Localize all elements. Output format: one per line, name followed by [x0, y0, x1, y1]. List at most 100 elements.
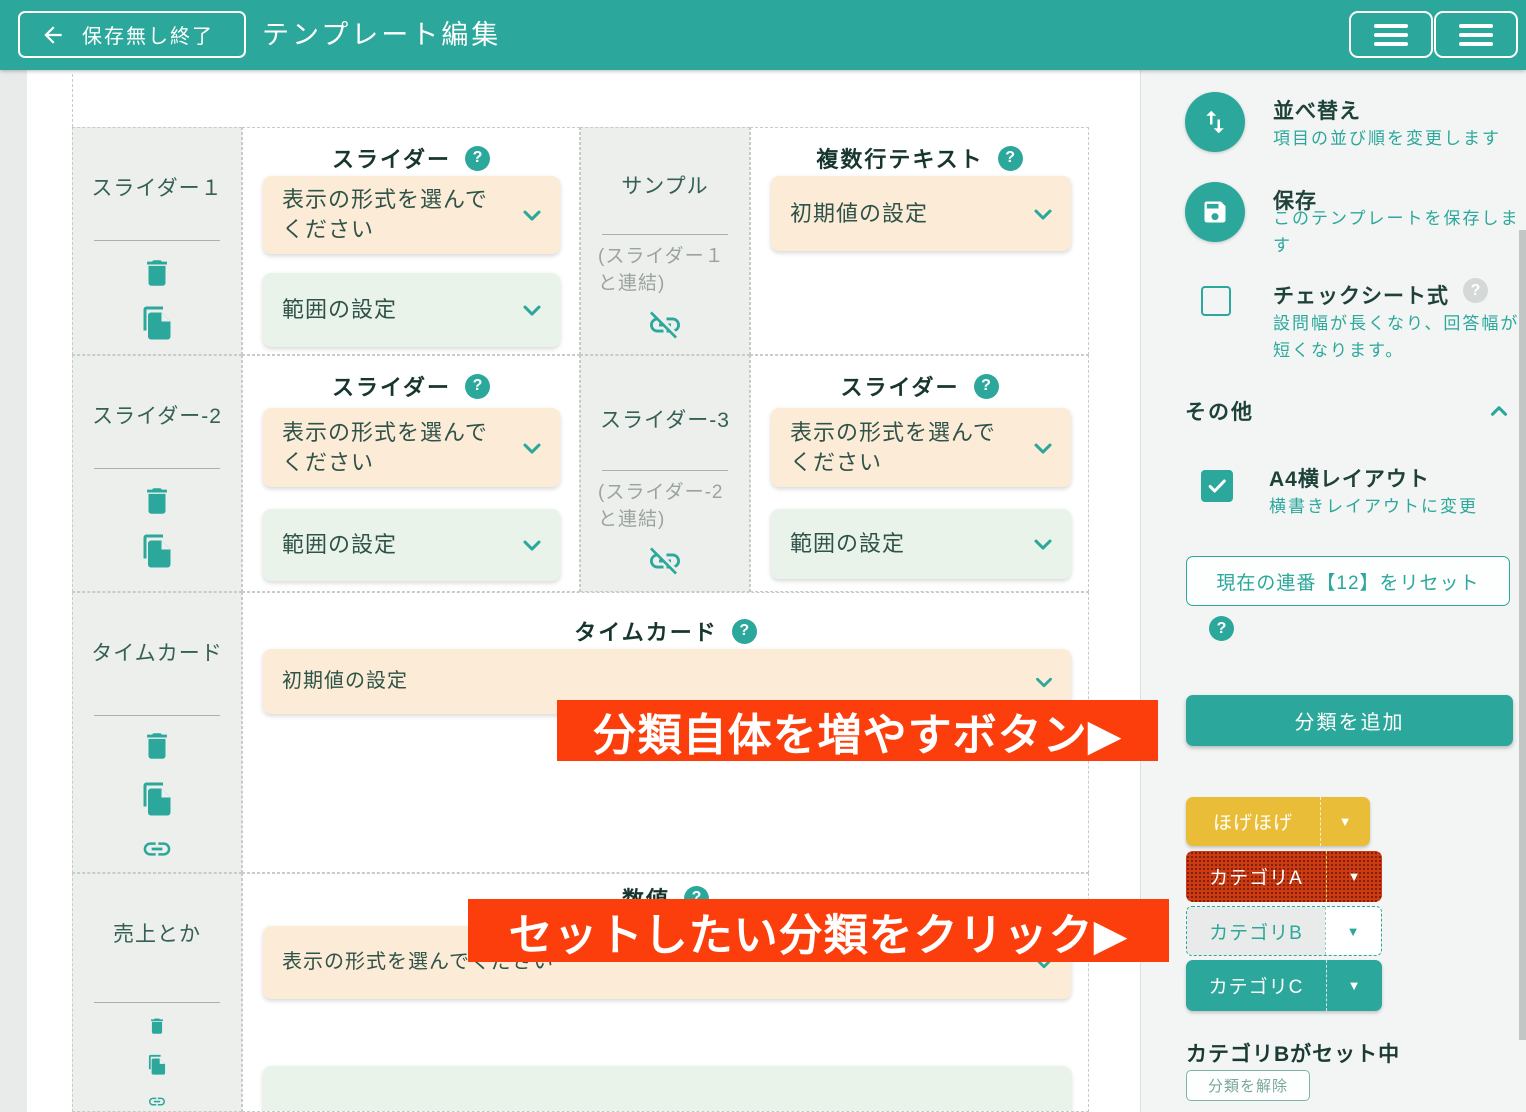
page-title: テンプレート編集	[262, 0, 501, 70]
back-arrow-icon	[40, 22, 66, 48]
divider	[94, 240, 220, 241]
item-cell-sales: 売上とか	[72, 873, 242, 1112]
copy-icon[interactable]	[139, 305, 175, 341]
divider	[602, 234, 728, 235]
linked-note: (スライダー１と連結)	[598, 243, 732, 297]
help-icon[interactable]: ?	[465, 374, 490, 399]
others-section-header: その他	[1185, 396, 1254, 426]
help-icon[interactable]: ?	[1209, 616, 1234, 641]
help-icon[interactable]: ?	[1463, 278, 1488, 303]
chevron-down-icon	[518, 296, 546, 324]
copy-icon[interactable]	[139, 1054, 175, 1076]
dropdown-label: 範囲の設定	[282, 295, 397, 325]
reset-sequence-button[interactable]: 現在の連番【12】をリセット	[1186, 556, 1510, 606]
range-setting-dropdown[interactable]: 範囲の設定	[771, 509, 1071, 579]
config-cell-slider2: スライダー ? 表示の形式を選んでください 範囲の設定	[242, 355, 580, 592]
clear-category-button[interactable]: 分類を解除	[1186, 1070, 1310, 1101]
dropdown-label: 初期値の設定	[282, 668, 408, 695]
help-icon[interactable]: ?	[465, 146, 490, 171]
item-label: サンプル	[621, 170, 708, 200]
menu-button-primary[interactable]	[1349, 11, 1433, 58]
help-icon[interactable]: ?	[998, 146, 1023, 171]
copy-icon[interactable]	[139, 781, 175, 817]
category-set-status: カテゴリBがセット中	[1186, 1038, 1400, 1068]
template-editor-app: 保存無し終了 テンプレート編集 スライダー１ スライダー ? 表示の形式を選んで…	[0, 0, 1526, 1112]
range-setting-dropdown[interactable]: 範囲の設定	[263, 273, 560, 347]
config-cell-multiline-text: 複数行テキスト ? 初期値の設定	[750, 127, 1089, 355]
settings-sidebar: 並べ替え 項目の並び順を変更します 保存 このテンプレートを保存します チェック…	[1140, 70, 1526, 1112]
copy-icon[interactable]	[139, 533, 175, 569]
category-label: カテゴリA	[1186, 851, 1326, 902]
dropdown-arrow-icon[interactable]: ▼	[1325, 907, 1381, 955]
initial-value-dropdown[interactable]: 初期値の設定	[771, 176, 1071, 251]
divider	[94, 715, 220, 716]
category-label: ほげほげ	[1186, 797, 1320, 846]
item-cell-sample: サンプル (スライダー１と連結)	[580, 127, 750, 355]
dropdown-arrow-icon[interactable]: ▼	[1326, 960, 1382, 1011]
scrollbar-thumb[interactable]	[1519, 230, 1526, 1040]
chevron-down-icon	[1029, 530, 1057, 558]
item-label: 売上とか	[113, 918, 201, 948]
divider	[602, 470, 728, 471]
dropdown-label: 範囲の設定	[790, 529, 905, 559]
save-button[interactable]	[1185, 182, 1245, 242]
trash-icon[interactable]	[140, 1016, 174, 1036]
config-cell-slider3: スライダー ? 表示の形式を選んでください 範囲の設定	[750, 355, 1089, 592]
cell-type-title: スライダー	[332, 142, 451, 174]
unlink-icon[interactable]	[647, 307, 683, 343]
a4-layout-subtitle: 横書きレイアウトに変更	[1269, 493, 1524, 520]
dropdown-arrow-icon[interactable]: ▼	[1320, 797, 1370, 846]
hamburger-icon	[1374, 24, 1408, 28]
save-subtitle: このテンプレートを保存します	[1273, 205, 1523, 259]
display-format-dropdown[interactable]: 表示の形式を選んでください	[263, 176, 560, 254]
cell-type-title: スライダー	[840, 370, 959, 402]
exit-without-save-button[interactable]: 保存無し終了	[18, 11, 246, 58]
trash-icon[interactable]	[140, 484, 174, 518]
a4-layout-title: A4横レイアウト	[1269, 463, 1430, 493]
menu-button-secondary[interactable]	[1434, 11, 1518, 58]
link-icon[interactable]	[141, 833, 173, 865]
category-button-b[interactable]: カテゴリB ▼	[1186, 906, 1382, 956]
trash-icon[interactable]	[140, 729, 174, 763]
a4-layout-checkbox[interactable]	[1201, 470, 1233, 502]
item-label: スライダー１	[91, 172, 222, 202]
trash-icon[interactable]	[140, 256, 174, 290]
divider	[94, 468, 220, 469]
item-label: タイムカード	[91, 637, 223, 667]
hamburger-icon	[1459, 24, 1493, 28]
category-label: カテゴリC	[1186, 960, 1326, 1011]
save-icon	[1201, 198, 1229, 226]
checksheet-checkbox[interactable]	[1201, 286, 1231, 316]
unlink-icon[interactable]	[647, 543, 683, 579]
chevron-down-icon	[518, 434, 546, 462]
display-format-dropdown[interactable]: 表示の形式を選んでください	[771, 408, 1071, 487]
help-icon[interactable]: ?	[974, 374, 999, 399]
item-label: スライダー-2	[92, 400, 222, 430]
category-button-a[interactable]: カテゴリA ▼	[1186, 851, 1382, 902]
category-button-hogehoge[interactable]: ほげほげ ▼	[1186, 797, 1370, 846]
sort-icon	[1200, 107, 1230, 137]
display-format-dropdown[interactable]: 表示の形式を選んでください	[263, 408, 560, 487]
sort-button[interactable]	[1185, 92, 1245, 152]
category-label: カテゴリB	[1187, 907, 1325, 955]
link-icon[interactable]	[141, 1092, 173, 1111]
dropdown-arrow-icon[interactable]: ▼	[1326, 851, 1382, 902]
cell-type-title: 複数行テキスト	[816, 142, 983, 174]
add-category-button[interactable]: 分類を追加	[1186, 695, 1513, 746]
chevron-down-icon	[518, 201, 546, 229]
sort-title: 並べ替え	[1273, 95, 1361, 125]
chevron-up-icon[interactable]	[1486, 398, 1512, 424]
category-button-c[interactable]: カテゴリC ▼	[1186, 960, 1382, 1011]
range-setting-dropdown[interactable]: 範囲の設定	[263, 509, 560, 581]
back-button-label: 保存無し終了	[82, 20, 214, 49]
item-cell-timecard: タイムカード	[72, 592, 242, 873]
checksheet-subtitle: 設問幅が長くなり、回答幅が短くなります。	[1273, 310, 1523, 364]
check-icon	[1206, 475, 1228, 497]
help-icon[interactable]: ?	[732, 619, 757, 644]
chevron-down-icon	[1031, 669, 1057, 695]
checksheet-title: チェックシート式	[1273, 280, 1449, 310]
config-cell-slider: スライダー ? 表示の形式を選んでください 範囲の設定	[242, 127, 580, 355]
range-setting-dropdown[interactable]	[263, 1066, 1071, 1112]
cell-type-title: スライダー	[332, 370, 451, 402]
item-label: スライダー-3	[600, 404, 730, 434]
